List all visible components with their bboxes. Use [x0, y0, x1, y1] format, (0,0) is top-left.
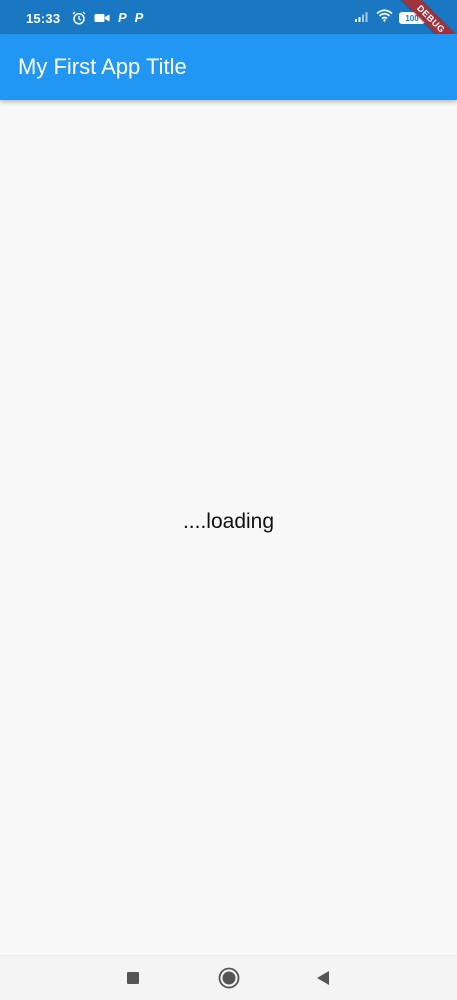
alarm-icon — [72, 10, 86, 26]
video-camera-icon — [94, 10, 110, 26]
wifi-icon — [376, 9, 393, 27]
system-nav-bar — [0, 955, 457, 1000]
app-title: My First App Title — [18, 54, 187, 79]
loading-text: ....loading — [182, 510, 275, 533]
back-triangle-icon — [317, 971, 329, 985]
home-circle-icon — [218, 967, 240, 989]
status-time: 15:33 — [26, 11, 61, 26]
app-bar: My First App Title — [0, 34, 457, 100]
status-notification-icons: P P — [72, 10, 143, 26]
home-button[interactable] — [215, 964, 243, 992]
status-bar: 15:33 P P 100 DEBUG — [0, 0, 457, 58]
app-screen: 15:33 P P 100 DEBUG My First App Title .… — [0, 0, 457, 1000]
back-button[interactable] — [309, 964, 337, 992]
signal-icon — [354, 9, 370, 27]
main-content: ....loading — [0, 100, 457, 955]
p-app-icon: P — [118, 10, 127, 25]
square-icon — [127, 972, 139, 984]
recent-apps-button[interactable] — [119, 964, 147, 992]
p-app-icon: P — [134, 10, 144, 25]
